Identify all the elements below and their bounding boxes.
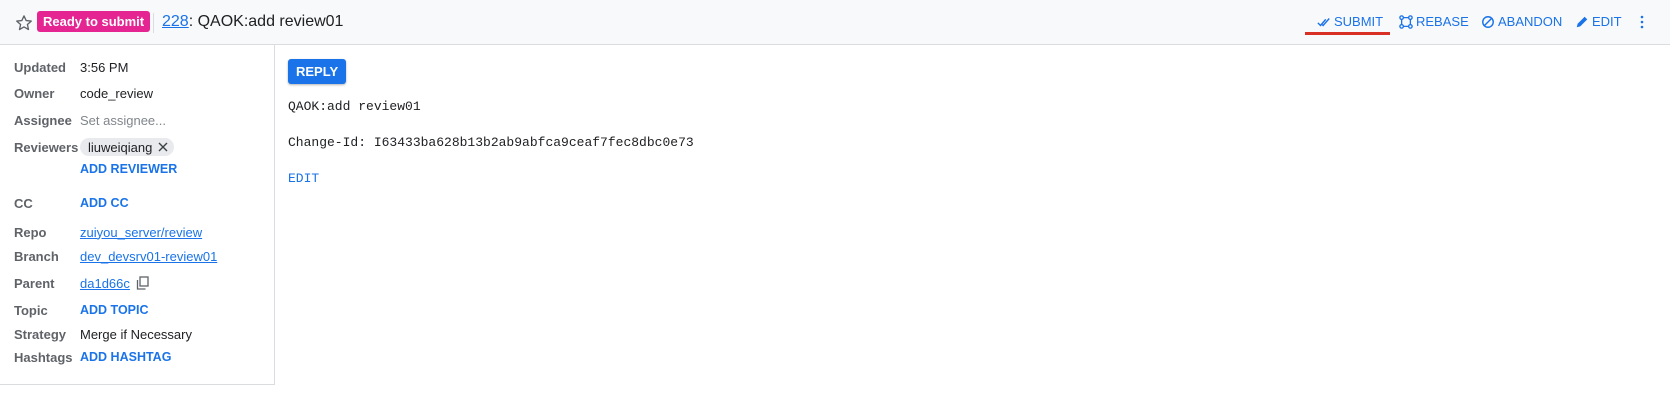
submit-button[interactable]: SUBMIT bbox=[1317, 14, 1383, 29]
change-id: Change-Id: I63433ba628b13b2ab9abfca9ceaf… bbox=[288, 135, 694, 150]
parent-row: Parent da1d66c bbox=[14, 274, 149, 292]
strategy-row: Strategy Merge if Necessary bbox=[14, 325, 192, 343]
updated-value: 3:56 PM bbox=[80, 59, 129, 75]
reviewers-label: Reviewers bbox=[14, 139, 79, 155]
submit-label: SUBMIT bbox=[1334, 14, 1384, 29]
owner-value[interactable]: code_review bbox=[80, 86, 153, 101]
assignee-label: Assignee bbox=[14, 112, 72, 128]
abandon-button[interactable]: ABANDON bbox=[1481, 14, 1562, 29]
change-number-link[interactable]: 228 bbox=[162, 13, 189, 30]
copy-icon[interactable] bbox=[136, 276, 149, 290]
branch-link[interactable]: dev_devsrv01-review01 bbox=[80, 249, 217, 264]
branch-label: Branch bbox=[14, 248, 59, 264]
edit-commit-message-button[interactable]: EDIT bbox=[288, 171, 319, 186]
page-title: 228: QAOK:add review01 bbox=[162, 13, 343, 31]
repo-label: Repo bbox=[14, 224, 47, 240]
submit-highlight bbox=[1305, 32, 1390, 35]
pencil-icon bbox=[1576, 16, 1588, 27]
owner-row: Owner code_review bbox=[14, 84, 153, 102]
rebase-label: REBASE bbox=[1416, 14, 1469, 29]
owner-label: Owner bbox=[14, 85, 55, 101]
reviewers-row: Reviewers liuweiqiang bbox=[14, 138, 175, 156]
topic-row: Topic ADD TOPIC bbox=[14, 301, 149, 319]
star-icon[interactable] bbox=[14, 13, 34, 33]
assignee-row: Assignee Set assignee... bbox=[14, 111, 166, 129]
add-topic-button[interactable]: ADD TOPIC bbox=[80, 303, 149, 317]
repo-link[interactable]: zuiyou_server/review bbox=[80, 225, 202, 240]
topic-label: Topic bbox=[14, 302, 48, 318]
strategy-label: Strategy bbox=[14, 326, 67, 342]
updated-label: Updated bbox=[14, 59, 66, 75]
reviewer-chip[interactable]: liuweiqiang bbox=[80, 138, 175, 156]
rebase-icon bbox=[1399, 14, 1413, 29]
overflow-menu-icon[interactable] bbox=[1638, 15, 1646, 29]
change-subject: : QAOK:add review01 bbox=[188, 13, 344, 30]
change-metadata: Updated 3:56 PM Owner code_review Assign… bbox=[0, 45, 275, 385]
add-reviewer-button[interactable]: ADD REVIEWER bbox=[80, 162, 177, 176]
commit-subject: QAOK:add review01 bbox=[288, 99, 421, 114]
status-badge: Ready to submit bbox=[37, 11, 151, 32]
add-cc-button[interactable]: ADD CC bbox=[80, 196, 129, 210]
strategy-value: Merge if Necessary bbox=[80, 326, 192, 342]
reviewer-name: liuweiqiang bbox=[88, 139, 153, 155]
title-divider bbox=[153, 13, 154, 33]
abandon-label: ABANDON bbox=[1498, 14, 1563, 29]
repo-row: Repo zuiyou_server/review bbox=[14, 223, 202, 241]
assignee-input[interactable]: Set assignee... bbox=[80, 113, 166, 128]
cc-row: CC ADD CC bbox=[14, 194, 129, 212]
check-double-icon bbox=[1317, 17, 1330, 27]
add-hashtag-button[interactable]: ADD HASHTAG bbox=[80, 350, 171, 364]
commit-message-panel: REPLY QAOK:add review01 Change-Id: I6343… bbox=[276, 45, 1670, 401]
updated-row: Updated 3:56 PM bbox=[14, 58, 128, 76]
rebase-button[interactable]: REBASE bbox=[1399, 14, 1469, 29]
hashtags-row: Hashtags ADD HASHTAG bbox=[14, 348, 171, 366]
close-icon[interactable] bbox=[158, 142, 168, 152]
reply-button[interactable]: REPLY bbox=[288, 59, 347, 84]
parent-label: Parent bbox=[14, 275, 55, 291]
parent-link[interactable]: da1d66c bbox=[80, 276, 130, 291]
cc-label: CC bbox=[14, 195, 33, 211]
add-reviewer-row: ADD REVIEWER bbox=[14, 160, 177, 178]
edit-label: EDIT bbox=[1592, 14, 1622, 29]
edit-button[interactable]: EDIT bbox=[1575, 14, 1622, 29]
change-header: Ready to submit 228: QAOK:add review01 S… bbox=[0, 0, 1670, 45]
hashtags-label: Hashtags bbox=[14, 349, 73, 365]
branch-row: Branch dev_devsrv01-review01 bbox=[14, 247, 217, 265]
abandon-icon bbox=[1482, 15, 1494, 28]
